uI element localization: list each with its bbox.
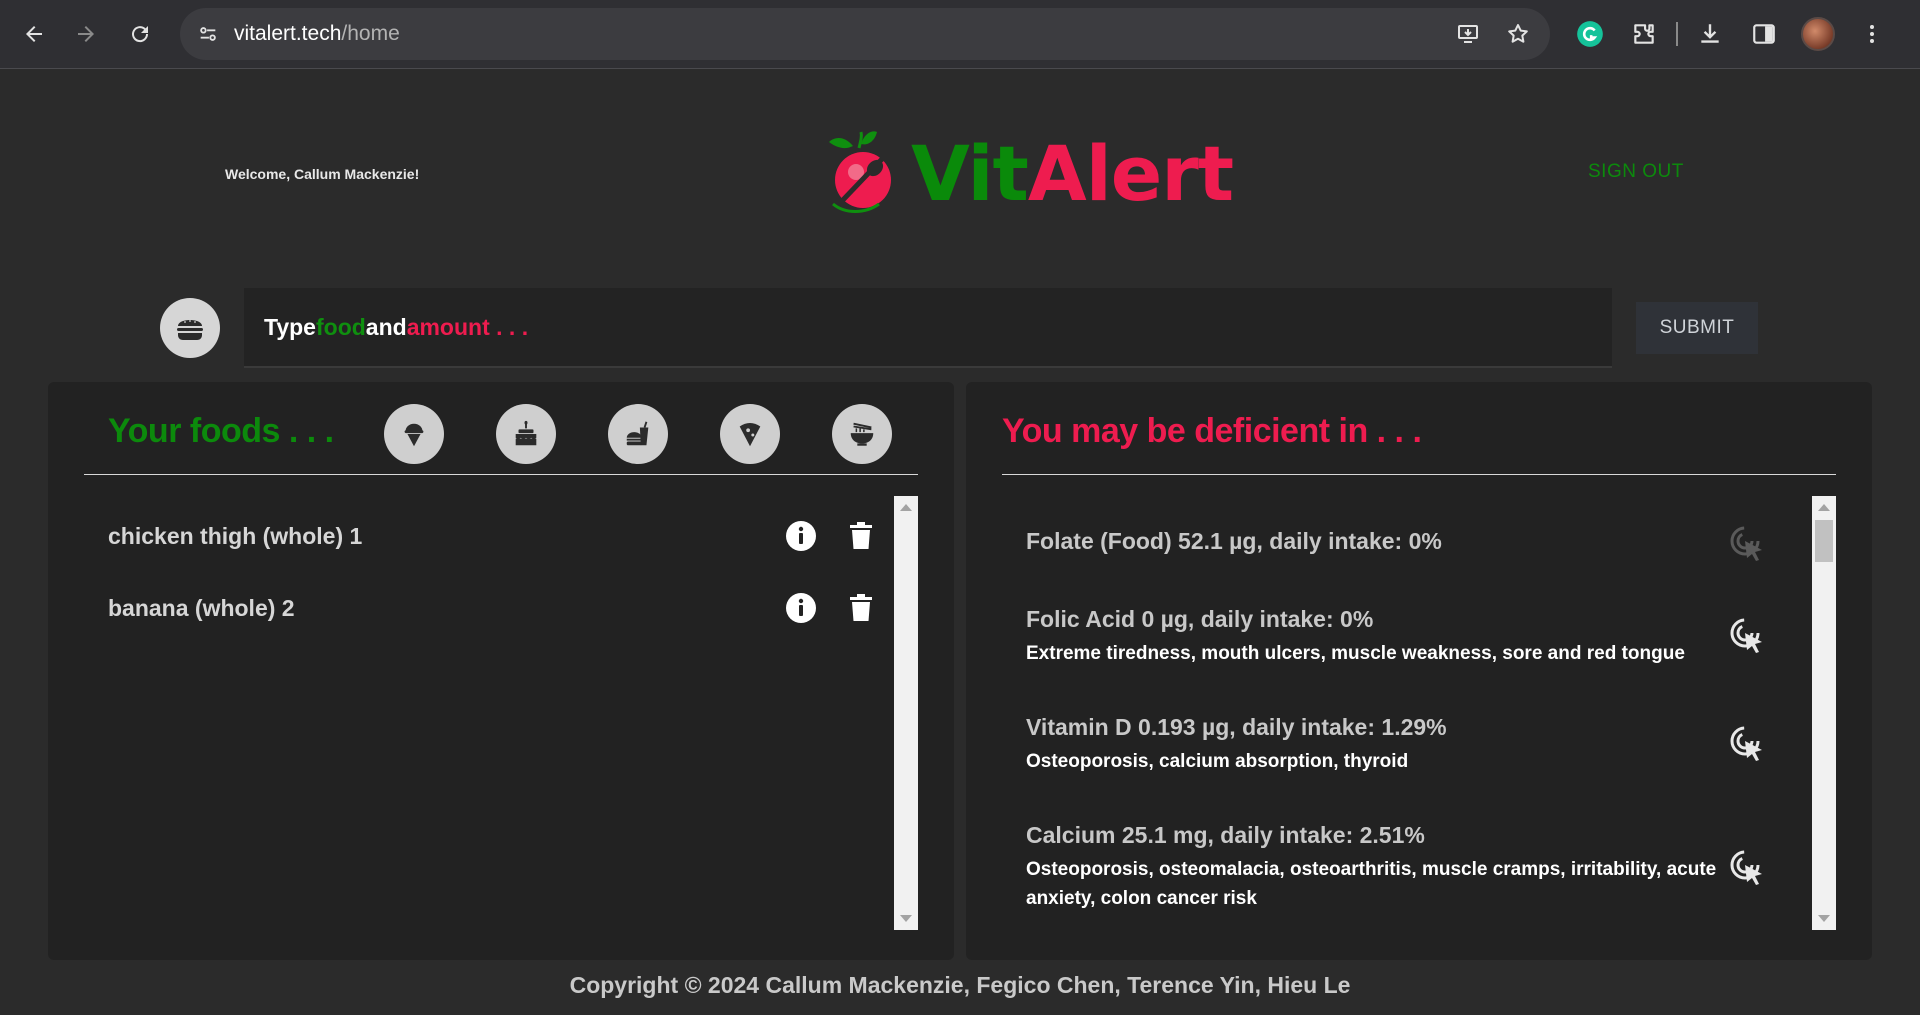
scroll-down-arrow[interactable]: [1818, 915, 1830, 922]
forward-icon[interactable]: [66, 14, 106, 54]
burger-icon: [177, 320, 203, 340]
food-list-item: banana (whole) 2: [108, 588, 878, 628]
ice-cream-icon[interactable]: [384, 404, 444, 464]
fast-food-icon[interactable]: [608, 404, 668, 464]
page: Welcome, Callum Mackenzie! VitAlert SIGN…: [0, 70, 1920, 1015]
trash-icon[interactable]: [844, 519, 878, 553]
menu-icon[interactable]: [1852, 14, 1892, 54]
sign-out-button[interactable]: SIGN OUT: [1588, 161, 1684, 183]
submit-button[interactable]: SUBMIT: [1636, 302, 1758, 354]
site-settings-icon[interactable]: [194, 20, 222, 48]
install-app-icon[interactable]: [1454, 20, 1482, 48]
bookmark-star-icon[interactable]: [1504, 20, 1532, 48]
profile-avatar[interactable]: [1798, 14, 1838, 54]
deficiency-symptoms: Extreme tiredness, mouth ulcers, muscle …: [1026, 643, 1685, 664]
logo[interactable]: VitAlert: [825, 128, 1234, 218]
deficiency-title-text: Calcium 25.1 mg, daily intake: 2.51%: [1026, 822, 1425, 848]
scroll-down-arrow[interactable]: [900, 915, 912, 922]
download-icon[interactable]: [1690, 14, 1730, 54]
url-host: vitalert.tech: [234, 22, 342, 45]
scroll-up-arrow[interactable]: [900, 504, 912, 511]
toolbar-separator: [1676, 22, 1678, 46]
food-search-input[interactable]: Type food and amount . . .: [244, 288, 1612, 368]
scroll-thumb[interactable]: [1815, 520, 1833, 562]
deficiency-divider: [1002, 474, 1836, 475]
placeholder-amount: amount . . .: [406, 313, 529, 340]
logo-apple-icon: [829, 131, 891, 213]
deficiency-item: Calcium 25.1 mg, daily intake: 2.51% Ost…: [1026, 822, 1766, 913]
deficiency-title-text: Vitamin D 0.193 µg, daily intake: 1.29%: [1026, 714, 1447, 740]
deficiency-title: You may be deficient in . . .: [1002, 412, 1422, 450]
foods-scrollbar[interactable]: [894, 496, 918, 930]
back-icon[interactable]: [14, 14, 54, 54]
browser-toolbar: vitalert.tech/home: [0, 0, 1920, 69]
deficiency-panel: You may be deficient in . . . Folate (Fo…: [966, 382, 1872, 960]
welcome-message: Welcome, Callum Mackenzie!: [225, 166, 420, 182]
noodle-bowl-icon[interactable]: [832, 404, 892, 464]
deficiency-symptoms: Osteoporosis, osteomalacia, osteoarthrit…: [1026, 859, 1717, 909]
footer-copyright: Copyright © 2024 Callum Mackenzie, Fegic…: [569, 972, 1351, 998]
grammarly-icon[interactable]: [1570, 14, 1610, 54]
deficiency-item: Vitamin D 0.193 µg, daily intake: 1.29% …: [1026, 714, 1766, 776]
your-foods-panel: Your foods . . . chicken thigh (whole) 1: [48, 382, 954, 960]
info-icon[interactable]: [784, 519, 818, 553]
deficiency-title-text: Folate (Food) 52.1 µg, daily intake: 0%: [1026, 528, 1442, 554]
click-target-icon[interactable]: [1728, 524, 1768, 564]
deficiency-symptoms: Osteoporosis, calcium absorption, thyroi…: [1026, 751, 1409, 772]
deficiency-title-text: Folic Acid 0 µg, daily intake: 0%: [1026, 606, 1374, 632]
food-item-name: banana (whole) 2: [108, 594, 295, 621]
info-icon[interactable]: [784, 591, 818, 625]
address-bar[interactable]: vitalert.tech/home: [180, 8, 1550, 60]
reload-icon[interactable]: [120, 14, 160, 54]
food-input-button[interactable]: [160, 298, 220, 358]
logo-text-alert: Alert: [1027, 128, 1234, 218]
placeholder-type: Type: [264, 313, 316, 340]
placeholder-and: and: [365, 313, 407, 340]
url-path: /home: [341, 22, 400, 45]
foods-divider: [84, 474, 918, 475]
logo-text-vit: Vit: [911, 128, 1029, 218]
scroll-up-arrow[interactable]: [1818, 504, 1830, 511]
food-item-name: chicken thigh (whole) 1: [108, 522, 363, 549]
deficiency-item: Folate (Food) 52.1 µg, daily intake: 0%: [1026, 528, 1766, 555]
extensions-icon[interactable]: [1624, 14, 1664, 54]
click-target-icon[interactable]: [1728, 848, 1768, 888]
side-panel-icon[interactable]: [1744, 14, 1784, 54]
deficiency-item: Folic Acid 0 µg, daily intake: 0% Extrem…: [1026, 606, 1766, 668]
food-list-item: chicken thigh (whole) 1: [108, 516, 878, 556]
pizza-icon[interactable]: [720, 404, 780, 464]
click-target-icon[interactable]: [1728, 616, 1768, 656]
click-target-icon[interactable]: [1728, 724, 1768, 764]
placeholder-food: food: [315, 313, 366, 340]
cake-icon[interactable]: [496, 404, 556, 464]
trash-icon[interactable]: [844, 591, 878, 625]
your-foods-title: Your foods . . .: [108, 412, 334, 450]
deficiency-scrollbar[interactable]: [1812, 496, 1836, 930]
